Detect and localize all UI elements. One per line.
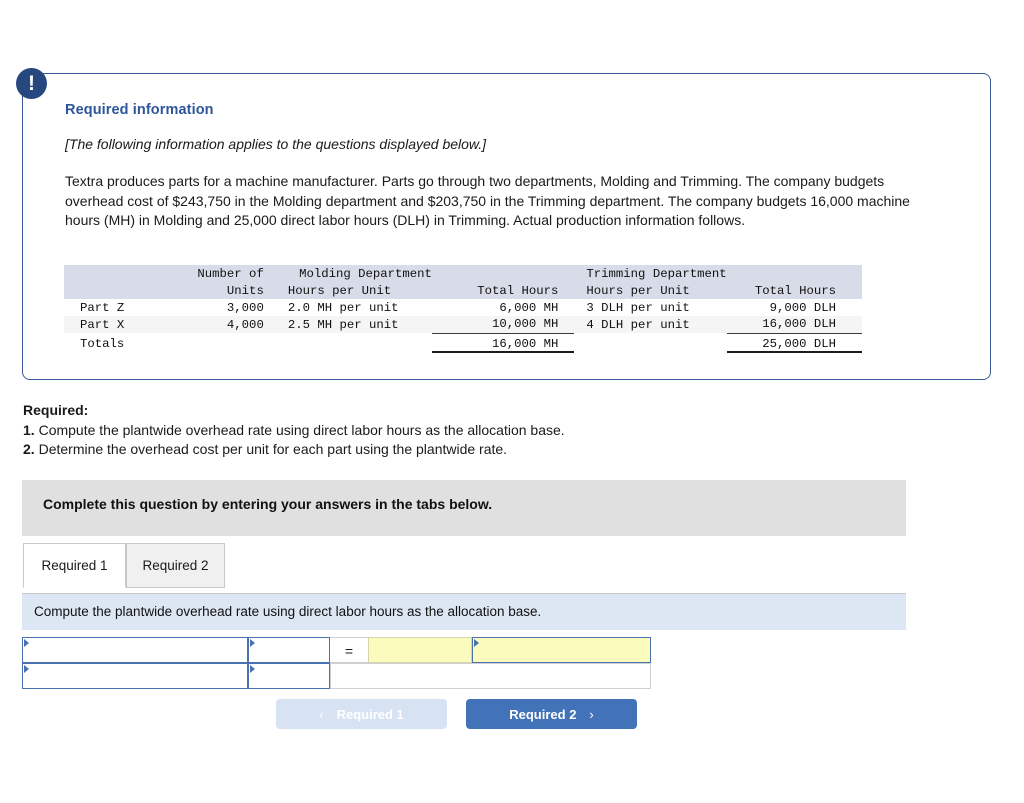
- cell-trimming-hpu: 3 DLH per unit: [586, 300, 690, 315]
- equals-sign: =: [344, 643, 354, 659]
- tab-strip: Required 1 Required 2: [23, 543, 225, 588]
- chevron-right-icon: ›: [589, 706, 594, 722]
- required-heading: Required:: [23, 402, 89, 418]
- cell-trimming-total: 9,000 DLH: [769, 300, 836, 315]
- subheader-units: Units: [226, 283, 264, 298]
- required-item-2-number: 2.: [23, 441, 35, 457]
- prev-required-1-button[interactable]: ‹ Required 1: [276, 699, 447, 729]
- answer-cell-r1c4[interactable]: [472, 637, 651, 663]
- instruction-bar: Complete this question by entering your …: [22, 480, 906, 536]
- required-item-2-text: Determine the overhead cost per unit for…: [38, 441, 508, 457]
- cell-totals-units: [174, 333, 274, 352]
- required-item-1: 1. Compute the plantwide overhead rate u…: [23, 421, 565, 441]
- header-blank: [64, 265, 174, 282]
- chevron-left-icon: ‹: [319, 706, 324, 722]
- page-title: Required information: [65, 102, 214, 118]
- tab-required-2[interactable]: Required 2: [126, 543, 225, 588]
- required-item-1-text: Compute the plantwide overhead rate usin…: [38, 421, 565, 438]
- cell-molding-hpu: 2.0 MH per unit: [287, 300, 399, 315]
- subheader-trimming-total: Total Hours: [754, 283, 836, 298]
- header-number-of: Number of: [197, 266, 264, 281]
- answer-cell-r1c2[interactable]: [248, 637, 330, 663]
- answer-cell-r1c1[interactable]: [22, 637, 248, 663]
- required-item-2: 2. Determine the overhead cost per unit …: [23, 440, 565, 460]
- question-prompt-text: Compute the plantwide overhead rate usin…: [34, 604, 542, 619]
- cell-corner-marker-icon: [250, 639, 255, 647]
- cell-corner-marker-icon: [474, 639, 479, 647]
- cell-trimming-total: 16,000 DLH: [726, 316, 862, 334]
- answer-cell-r2c1[interactable]: [22, 663, 248, 689]
- scenario-text: Textra produces parts for a machine manu…: [65, 173, 910, 228]
- table-totals-row: Totals 16,000 MH 25,000 DLH: [64, 333, 862, 353]
- answer-cell-r2c3[interactable]: [330, 663, 651, 689]
- answer-cell-r1c3[interactable]: [368, 637, 472, 663]
- answer-grid: =: [22, 637, 651, 689]
- subheader-blank: [64, 282, 174, 299]
- cell-corner-marker-icon: [24, 665, 29, 673]
- tab-required-1-label: Required 1: [41, 558, 108, 573]
- table-row: Part X 4,000 2.5 MH per unit 10,000 MH 4…: [64, 316, 862, 334]
- cell-part-label: Part X: [80, 317, 125, 332]
- cell-units: 3,000: [226, 300, 264, 315]
- applies-note: [The following information applies to th…: [65, 136, 487, 152]
- cell-molding-hpu: 2.5 MH per unit: [287, 317, 399, 332]
- required-item-1-number: 1.: [23, 421, 35, 438]
- required-list: Required: 1. Compute the plantwide overh…: [23, 401, 565, 460]
- cell-totals-trimming-hpu: [574, 333, 726, 352]
- header-molding-spacer: [432, 265, 574, 282]
- prev-button-label: Required 1: [336, 706, 404, 722]
- cell-corner-marker-icon: [24, 639, 29, 647]
- instruction-bar-text: Complete this question by entering your …: [43, 496, 493, 512]
- cell-totals-molding-total: 16,000 MH: [431, 333, 575, 353]
- header-trimming-dept: Trimming Department: [586, 266, 727, 281]
- subheader-molding-hpu: Hours per Unit: [287, 283, 392, 298]
- exclamation-icon: !: [16, 68, 47, 99]
- subheader-trimming-hpu: Hours per Unit: [586, 283, 690, 298]
- production-data-table: Number of Molding Department Trimming De…: [64, 265, 862, 353]
- cell-totals-trimming-total: 25,000 DLH: [726, 333, 862, 353]
- header-trimming-spacer: [727, 265, 862, 282]
- cell-molding-total: 6,000 MH: [499, 300, 559, 315]
- next-button-label: Required 2: [509, 706, 577, 722]
- table-sub-header-row: Units Hours per Unit Total Hours Hours p…: [64, 282, 862, 299]
- operator-cell: =: [330, 637, 368, 663]
- table-group-header-row: Number of Molding Department Trimming De…: [64, 265, 862, 282]
- cell-totals-label: Totals: [80, 336, 125, 351]
- cell-molding-total: 10,000 MH: [431, 316, 575, 334]
- tab-required-2-label: Required 2: [142, 558, 209, 573]
- subheader-molding-total: Total Hours: [477, 283, 559, 298]
- table-row: Part Z 3,000 2.0 MH per unit 6,000 MH 3 …: [64, 299, 862, 316]
- cell-corner-marker-icon: [250, 665, 255, 673]
- next-required-2-button[interactable]: Required 2 ›: [466, 699, 637, 729]
- question-prompt-bar: Compute the plantwide overhead rate usin…: [22, 593, 906, 630]
- answer-cell-r2c2[interactable]: [248, 663, 330, 689]
- cell-units: 4,000: [226, 317, 264, 332]
- cell-totals-molding-hpu: [274, 333, 432, 352]
- header-molding-dept: Molding Department: [299, 266, 432, 281]
- tab-required-1[interactable]: Required 1: [23, 543, 126, 588]
- cell-trimming-hpu: 4 DLH per unit: [586, 317, 690, 332]
- cell-part-label: Part Z: [80, 300, 125, 315]
